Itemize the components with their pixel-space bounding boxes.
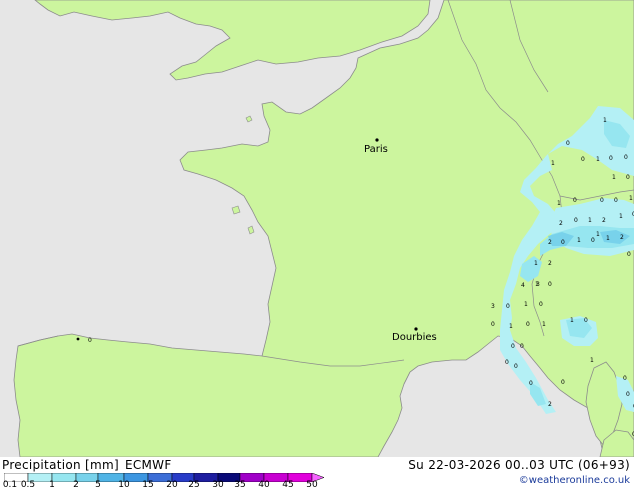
precip-amount-label: 1 bbox=[577, 237, 581, 244]
precip-amount-label: 0 bbox=[609, 155, 613, 162]
precip-amount-label: 0 bbox=[627, 251, 631, 258]
legend-title: Precipitation [mm] ECMWF bbox=[2, 458, 172, 472]
precip-amount-label: 1 bbox=[557, 200, 561, 207]
precip-amount-label: 0 bbox=[626, 174, 630, 181]
precip-amount-label: 1 bbox=[629, 195, 633, 202]
precip-amount-label: 2 bbox=[620, 234, 624, 241]
scale-tick-label: 5 bbox=[95, 480, 101, 490]
precip-amount-label: 2 bbox=[559, 220, 563, 227]
scale-tick-label: 50 bbox=[306, 480, 318, 490]
precip-amount-label: 0 bbox=[520, 343, 524, 350]
precip-amount-label: 0 bbox=[581, 156, 585, 163]
scale-tick-label: 10 bbox=[118, 480, 130, 490]
scale-tick-label: 40 bbox=[258, 480, 270, 490]
precip-amount-label: 2 bbox=[602, 217, 606, 224]
precip-amount-label: 0 bbox=[505, 359, 509, 366]
map-viewer: 1010100101000120121020101212433010101100… bbox=[0, 0, 634, 490]
precip-amount-label: 0 bbox=[491, 321, 495, 328]
precip-amount-label: 1 bbox=[570, 317, 574, 324]
precip-amount-label: 2 bbox=[548, 260, 552, 267]
precipitation-map[interactable]: 1010100101000120121020101212433010101100… bbox=[0, 0, 634, 457]
precip-amount-label: 1 bbox=[535, 281, 539, 288]
precip-amount-label: 1 bbox=[619, 213, 623, 220]
scale-tick-label: 0.5 bbox=[20, 480, 36, 490]
precip-amount-label: 0 bbox=[514, 363, 518, 370]
city-label-paris: Paris bbox=[364, 144, 388, 155]
precip-amount-label: 0 bbox=[561, 379, 565, 386]
precip-amount-label: 1 bbox=[588, 217, 592, 224]
model-name: ECMWF bbox=[124, 458, 172, 472]
footer-bar: Precipitation [mm] ECMWF Su 22-03-2026 00… bbox=[0, 457, 634, 490]
precip-amount-label: 1 bbox=[596, 231, 600, 238]
precip-amount-label: 0 bbox=[623, 375, 627, 382]
valid-time: Su 22-03-2026 00..03 UTC (06+93) bbox=[408, 458, 630, 472]
precip-amount-label: 1 bbox=[524, 301, 528, 308]
precip-amount-label: 1 bbox=[542, 321, 546, 328]
city-marker bbox=[375, 138, 379, 142]
station-label: 0 bbox=[88, 337, 92, 344]
credit-link[interactable]: ©weatheronline.co.uk bbox=[519, 475, 630, 486]
precip-amount-label: 0 bbox=[584, 317, 588, 324]
precip-amount-label: 0 bbox=[511, 343, 515, 350]
city-marker bbox=[414, 327, 418, 331]
scale-tick-label: 45 bbox=[282, 480, 294, 490]
precip-amount-label: 1 bbox=[534, 260, 538, 267]
precip-amount-label: 1 bbox=[603, 117, 607, 124]
precip-amount-label: 0 bbox=[591, 237, 595, 244]
precip-amount-label: 2 bbox=[548, 401, 552, 408]
scale-tick-label: 20 bbox=[166, 480, 178, 490]
precip-amount-label: 2 bbox=[548, 239, 552, 246]
scale-tick-label: 1 bbox=[49, 480, 55, 490]
precip-amount-label: 0 bbox=[526, 321, 530, 328]
scale-tick-label: 15 bbox=[142, 480, 154, 490]
scale-tick-label: 2 bbox=[73, 480, 79, 490]
precip-amount-label: 0 bbox=[574, 217, 578, 224]
precip-amount-label: 0 bbox=[600, 197, 604, 204]
precip-amount-label: 1 bbox=[590, 357, 594, 364]
precip-amount-label: 0 bbox=[529, 380, 533, 387]
precip-amount-label: 1 bbox=[509, 323, 513, 330]
precip-amount-label: 1 bbox=[606, 235, 610, 242]
precip-amount-label: 0 bbox=[539, 301, 543, 308]
precip-amount-label: 3 bbox=[491, 303, 495, 310]
precip-amount-label: 0 bbox=[548, 281, 552, 288]
precip-amount-label: 1 bbox=[551, 160, 555, 167]
precip-amount-label: 0 bbox=[573, 197, 577, 204]
precip-amount-label: 0 bbox=[561, 239, 565, 246]
precip-amount-label: 1 bbox=[612, 174, 616, 181]
map-canvas: 1010 1 0 01 01 0 0 0 12 0 1 21 02 0 1 0 1 21 24 33 0 1 01 0 11 00… bbox=[0, 0, 634, 457]
scale-tick-label: 30 bbox=[212, 480, 224, 490]
legend-title-text: Precipitation [mm] bbox=[2, 458, 119, 472]
scale-tick-label: 35 bbox=[234, 480, 246, 490]
scale-tick-label: 0.1 bbox=[2, 480, 18, 490]
precip-amount-label: 0 bbox=[626, 391, 630, 398]
city-label-dourbies: Dourbies bbox=[392, 332, 437, 343]
precip-amount-label: 0 bbox=[506, 303, 510, 310]
precip-amount-label: 4 bbox=[521, 282, 525, 289]
scale-tick-label: 25 bbox=[188, 480, 200, 490]
precip-amount-label: 0 bbox=[566, 140, 570, 147]
precip-amount-label: 0 bbox=[624, 154, 628, 161]
precip-amount-label: 1 bbox=[596, 156, 600, 163]
precip-amount-label: 0 bbox=[614, 197, 618, 204]
